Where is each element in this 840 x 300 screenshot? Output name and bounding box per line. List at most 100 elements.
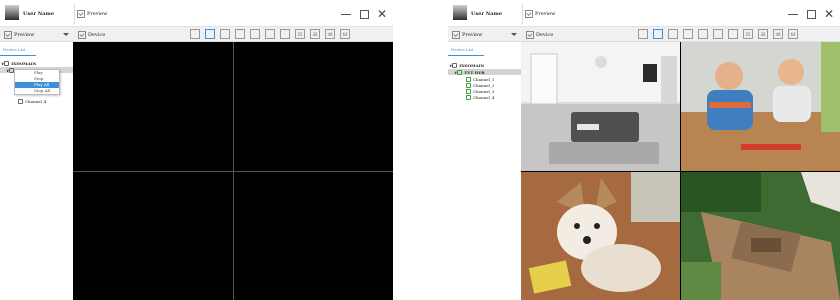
- layout-1-icon[interactable]: [638, 29, 648, 39]
- close-icon: ✕: [376, 7, 388, 21]
- maximize-button[interactable]: [804, 7, 818, 21]
- close-button[interactable]: ✕: [375, 7, 389, 21]
- layout-36-icon[interactable]: 36: [758, 29, 768, 39]
- avatar[interactable]: [5, 5, 19, 20]
- minimize-icon: [341, 13, 351, 15]
- channel-label: Channel_4: [25, 98, 47, 104]
- layout-64-icon[interactable]: 64: [788, 29, 798, 39]
- title-bar: User Name Preview ✕: [448, 0, 840, 26]
- layout-8-icon[interactable]: [235, 29, 245, 39]
- device-label: TVT DVR: [464, 69, 485, 75]
- divider: [74, 4, 75, 24]
- window-controls: ✕: [339, 7, 389, 21]
- layout-16-icon[interactable]: [728, 29, 738, 39]
- channel-label: Channel_3: [473, 88, 495, 94]
- camera-icon: [466, 94, 471, 100]
- layout-36-icon[interactable]: 36: [310, 29, 320, 39]
- preview-menu-button[interactable]: Preview: [4, 30, 34, 39]
- domain-label: IXDOMAIN: [11, 60, 37, 66]
- minimize-icon: [788, 13, 798, 15]
- channel-label: Channel_4: [473, 94, 495, 100]
- device-menu-label: Device: [88, 31, 106, 38]
- preview-menu-button[interactable]: Preview: [452, 30, 482, 39]
- tree-node-channel[interactable]: Channel_4: [466, 94, 494, 100]
- camera-icon: [18, 98, 23, 104]
- device-icon: [457, 69, 463, 75]
- tab-device-list[interactable]: Device List: [3, 47, 26, 52]
- divider: [522, 4, 523, 24]
- layout-6-icon[interactable]: [220, 29, 230, 39]
- layout-selector: 25 36 49 64: [190, 29, 350, 39]
- chevron-down-icon[interactable]: [63, 33, 69, 36]
- layout-25-icon[interactable]: 25: [743, 29, 753, 39]
- layout-25-icon[interactable]: 25: [295, 29, 305, 39]
- video-feed-playroom[interactable]: [681, 42, 840, 171]
- layout-9-icon[interactable]: [698, 29, 708, 39]
- camera-icon: [466, 82, 471, 88]
- minimize-button[interactable]: [339, 7, 353, 21]
- video-grid[interactable]: [73, 42, 393, 300]
- device-icon: [78, 30, 86, 39]
- tree-node-channel[interactable]: Channel_4: [18, 98, 46, 104]
- device-icon: [526, 30, 534, 39]
- video-feed-living-room[interactable]: [521, 42, 680, 171]
- preview-window-left: User Name Preview ✕ Preview Device 25 36…: [0, 0, 393, 300]
- user-name[interactable]: User Name: [471, 11, 502, 17]
- layout-49-icon[interactable]: 49: [773, 29, 783, 39]
- preview-menu-label: Preview: [462, 31, 483, 38]
- preview-icon: [77, 10, 85, 18]
- tab-preview[interactable]: Preview: [77, 7, 107, 21]
- layout-9-icon[interactable]: [250, 29, 260, 39]
- layout-10-icon[interactable]: [265, 29, 275, 39]
- grid-divider: [73, 171, 393, 172]
- preview-icon: [4, 30, 12, 39]
- active-tab-indicator: [0, 55, 36, 56]
- layout-selector: 25 36 49 64: [638, 29, 798, 39]
- layout-6-icon[interactable]: [668, 29, 678, 39]
- living-room-image: [521, 42, 680, 171]
- user-name[interactable]: User Name: [23, 11, 54, 17]
- preview-icon: [525, 10, 533, 18]
- channel-label: Channel_1: [473, 76, 495, 82]
- layout-10-icon[interactable]: [713, 29, 723, 39]
- layout-64-icon[interactable]: 64: [340, 29, 350, 39]
- layout-8-icon[interactable]: [683, 29, 693, 39]
- device-menu-button[interactable]: Device: [526, 30, 553, 39]
- window-controls: ✕: [786, 7, 836, 21]
- device-menu-button[interactable]: Device: [78, 30, 105, 39]
- video-grid-live[interactable]: [521, 42, 840, 300]
- domain-icon: [452, 62, 458, 68]
- tree-node-domain[interactable]: ∨ IXDOMAIN: [449, 62, 484, 68]
- layout-1-icon[interactable]: [190, 29, 200, 39]
- close-button[interactable]: ✕: [822, 7, 836, 21]
- toolbar: Preview Device 25 36 49 64: [448, 26, 840, 42]
- tab-preview[interactable]: Preview: [525, 7, 555, 21]
- layout-49-icon[interactable]: 49: [325, 29, 335, 39]
- layout-16-icon[interactable]: [280, 29, 290, 39]
- tree-node-device[interactable]: ∨ TVT DVR: [454, 69, 485, 75]
- device-menu-label: Device: [536, 31, 554, 38]
- dog-image: [521, 172, 680, 300]
- layout-4-icon[interactable]: [653, 29, 663, 39]
- tab-preview-label: Preview: [535, 11, 556, 17]
- minimize-button[interactable]: [786, 7, 800, 21]
- active-tab-indicator: [448, 55, 484, 56]
- avatar[interactable]: [453, 5, 467, 20]
- chevron-down-icon[interactable]: [511, 33, 517, 36]
- menu-item-stop-all[interactable]: Stop All: [15, 88, 59, 94]
- tree-node-domain[interactable]: ∨ IXDOMAIN: [1, 60, 36, 66]
- garden-image: [681, 172, 840, 300]
- video-feed-garden[interactable]: [681, 172, 840, 300]
- video-feed-dog[interactable]: [521, 172, 680, 300]
- domain-icon: [4, 60, 10, 66]
- camera-icon: [466, 76, 471, 82]
- device-sidebar: Device List ∨ IXDOMAIN ∨ TVT DVR Channel…: [448, 42, 521, 300]
- tab-preview-label: Preview: [87, 11, 108, 17]
- domain-label: IXDOMAIN: [459, 62, 485, 68]
- playroom-image: [681, 42, 840, 171]
- maximize-button[interactable]: [357, 7, 371, 21]
- close-icon: ✕: [823, 7, 835, 21]
- tab-device-list[interactable]: Device List: [451, 47, 474, 52]
- title-bar: User Name Preview ✕: [0, 0, 393, 26]
- layout-4-icon[interactable]: [205, 29, 215, 39]
